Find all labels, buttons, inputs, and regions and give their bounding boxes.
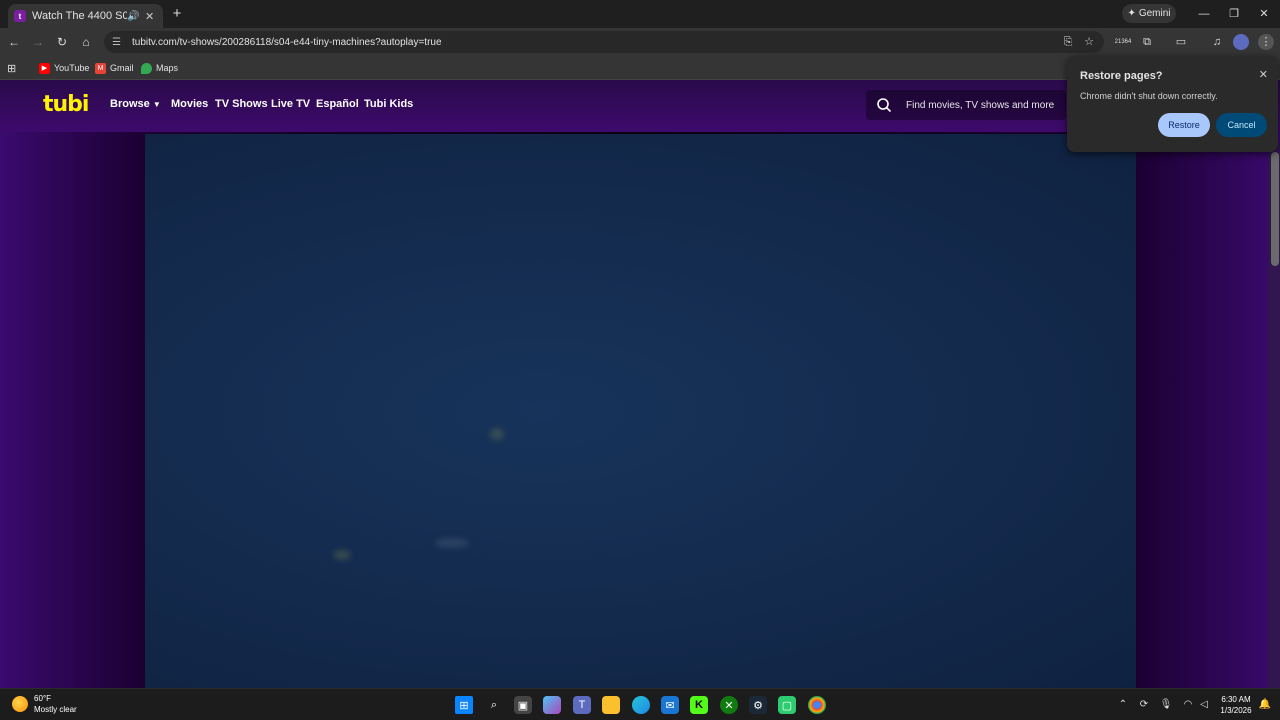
profile-avatar[interactable] (1233, 34, 1249, 50)
gemini-label: Gemini (1138, 8, 1171, 19)
search-icon (877, 98, 892, 113)
video-player[interactable] (145, 134, 1136, 688)
system-clock[interactable]: 6:30 AM 1/3/2026 (1216, 694, 1256, 716)
tab-close-icon[interactable]: ✕ (145, 10, 157, 23)
dialog-message: Chrome didn't shut down correctly. (1080, 91, 1218, 101)
notifications-bell-icon[interactable]: 🔔 (1258, 698, 1272, 712)
video-frame-detail (435, 538, 469, 548)
show-hidden-icons-icon[interactable]: ⌃ (1116, 698, 1130, 712)
home-icon[interactable]: ⌂ (78, 34, 94, 50)
start-menu-icon[interactable]: ⊞ (455, 696, 473, 714)
url-text: tubitv.com/tv-shows/200286118/s04-e44-ti… (132, 36, 442, 48)
close-icon[interactable]: ✕ (1259, 68, 1268, 81)
browser-toolbar: ← → ↻ ⌂ ☰ tubitv.com/tv-shows/200286118/… (0, 28, 1280, 56)
nav-browse[interactable]: Browse ▼ (110, 98, 161, 110)
youtube-icon: ▶ (39, 62, 50, 74)
chrome-menu-icon[interactable]: ⋮ (1258, 34, 1274, 50)
chevron-down-icon: ▼ (152, 100, 161, 109)
mail-icon[interactable]: ✉ (661, 696, 679, 714)
video-frame-detail (490, 428, 504, 440)
forward-arrow-icon[interactable]: → (30, 34, 46, 50)
xbox-icon[interactable]: ✕ (720, 696, 738, 714)
gemini-button[interactable]: ✦ Gemini (1122, 4, 1176, 23)
search-icon[interactable]: ⌕ (485, 696, 503, 714)
bookmark-maps[interactable]: Maps (141, 61, 178, 75)
sync-icon[interactable]: ⟳ (1137, 698, 1151, 712)
bookmark-label: Gmail (110, 63, 134, 73)
teams-icon[interactable]: T (573, 696, 591, 714)
browser-tab-active[interactable]: t Watch The 4400 S04:E44 - 🔊 ✕ (8, 4, 163, 28)
extension-badge-icon[interactable]: 21364 (1113, 32, 1133, 48)
side-panel-icon[interactable]: ▭ (1173, 34, 1189, 50)
nav-tv-shows[interactable]: TV Shows (215, 98, 268, 110)
browser-tab-strip: t Watch The 4400 S04:E44 - 🔊 ✕ + ✦ Gemin… (0, 0, 1280, 28)
search-placeholder: Find movies, TV shows and more (906, 99, 1055, 111)
app-icon[interactable]: ▢ (778, 696, 796, 714)
media-controls-icon[interactable]: ♫ (1209, 34, 1225, 50)
kick-icon[interactable]: K (690, 696, 708, 714)
chrome-icon[interactable] (808, 696, 826, 714)
tubi-favicon-icon: t (14, 10, 26, 22)
tubi-logo[interactable]: tubi (43, 92, 89, 117)
restore-pages-dialog: Restore pages? ✕ Chrome didn't shut down… (1067, 56, 1278, 152)
nav-movies[interactable]: Movies (171, 98, 208, 110)
minimize-window-icon[interactable]: — (1196, 6, 1212, 22)
bookmark-label: Maps (156, 63, 179, 73)
microphone-icon[interactable]: 🎙 (1159, 698, 1173, 712)
address-bar[interactable]: ☰ tubitv.com/tv-shows/200286118/s04-e44-… (104, 31, 1104, 53)
maps-pin-icon (141, 62, 152, 74)
install-app-icon[interactable]: ⎘ (1060, 34, 1076, 50)
nav-espanol[interactable]: Español (316, 98, 359, 110)
tubi-page: tubi Browse ▼ Movies TV Shows Live TV Es… (0, 80, 1280, 688)
weather-desc: Mostly clear (34, 705, 77, 714)
close-window-icon[interactable]: ✕ (1256, 6, 1272, 22)
weather-temp: 60°F (34, 694, 51, 703)
page-scrollbar-thumb[interactable] (1271, 152, 1279, 266)
copilot-icon[interactable] (543, 696, 561, 714)
nav-browse-label: Browse (110, 98, 150, 110)
gemini-sparkle-icon: ✦ (1127, 8, 1136, 19)
nav-live-tv[interactable]: Live TV (271, 98, 310, 110)
back-arrow-icon[interactable]: ← (6, 34, 22, 50)
tubi-search-input[interactable]: Find movies, TV shows and more (866, 90, 1066, 120)
bookmark-star-icon[interactable]: ☆ (1081, 34, 1097, 50)
wifi-icon[interactable]: ◠ (1181, 698, 1195, 712)
bookmark-gmail[interactable]: M Gmail (95, 61, 134, 75)
bookmark-label: YouTube (54, 63, 90, 73)
bookmark-youtube[interactable]: ▶ YouTube (39, 61, 89, 75)
clock-date: 1/3/2026 (1220, 706, 1252, 715)
video-frame-detail (333, 550, 351, 560)
dialog-title: Restore pages? (1080, 70, 1163, 82)
file-explorer-icon[interactable] (602, 696, 620, 714)
nav-tubi-kids[interactable]: Tubi Kids (364, 98, 413, 110)
weather-widget[interactable]: 60°F Mostly clear (12, 693, 77, 715)
reload-icon[interactable]: ↻ (54, 34, 70, 50)
tab-title: Watch The 4400 S04:E44 - (32, 10, 127, 22)
edge-icon[interactable] (632, 696, 650, 714)
apps-grid-icon[interactable]: ⊞ (7, 61, 16, 75)
volume-icon[interactable]: ◁ (1197, 698, 1211, 712)
weather-icon (12, 696, 28, 712)
audio-playing-icon[interactable]: 🔊 (127, 11, 139, 22)
new-tab-button[interactable]: + (170, 5, 184, 23)
gmail-icon: M (95, 62, 106, 74)
extension-badge-count: 21364 (1114, 39, 1132, 45)
restore-button[interactable]: Restore (1158, 113, 1210, 137)
extensions-puzzle-icon[interactable]: ⧉ (1139, 34, 1155, 50)
cancel-button[interactable]: Cancel (1216, 113, 1267, 137)
windows-taskbar: 60°F Mostly clear ⊞ ⌕ ▣ T ✉ K ✕ ⚙ ▢ ⌃ ⟳ … (0, 688, 1280, 720)
restore-window-icon[interactable]: ❐ (1226, 6, 1242, 22)
task-view-icon[interactable]: ▣ (514, 696, 532, 714)
site-info-icon[interactable]: ☰ (112, 37, 126, 48)
clock-time: 6:30 AM (1221, 695, 1251, 704)
steam-icon[interactable]: ⚙ (749, 696, 767, 714)
